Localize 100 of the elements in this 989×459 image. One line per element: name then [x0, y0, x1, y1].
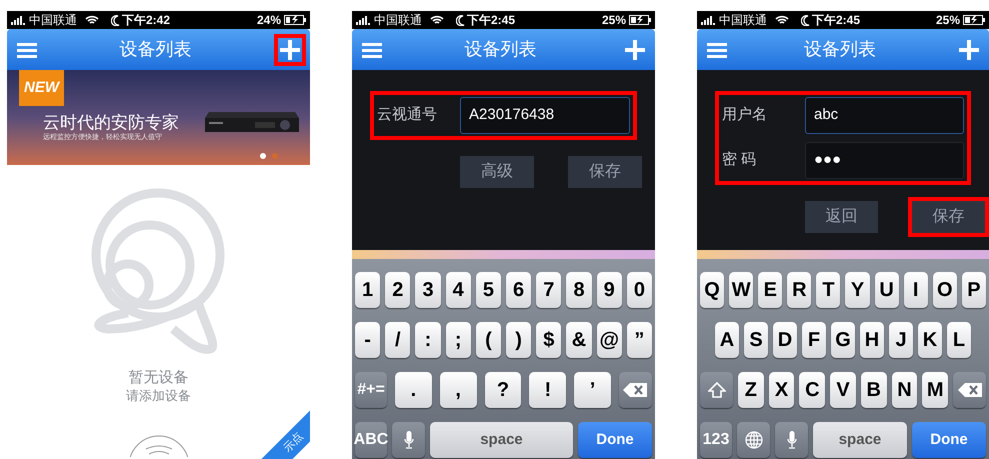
keyboard-key[interactable]: Y — [845, 272, 870, 308]
keyboard-key[interactable]: , — [440, 372, 477, 408]
keyboard-key[interactable]: A — [715, 322, 739, 358]
carrier-name: 中国联通 — [374, 12, 422, 29]
keyboard-key[interactable]: 8 — [566, 272, 592, 308]
keyboard-key[interactable]: ? — [484, 372, 522, 408]
keyboard-key[interactable]: ; — [446, 322, 471, 358]
keyboard-key[interactable]: P — [962, 272, 986, 308]
empty-hint: 请添加设备 — [126, 387, 191, 405]
keyboard-key[interactable]: : — [415, 322, 441, 358]
keyboard-key[interactable]: J — [889, 322, 913, 358]
time-text: 下午2:42 — [122, 12, 170, 29]
keyboard-key[interactable]: - — [355, 322, 380, 358]
field-label: 用户名 — [722, 105, 768, 126]
keyboard-key[interactable]: . — [395, 372, 432, 408]
keyboard-key[interactable]: 6 — [506, 272, 532, 308]
keyboard-key[interactable]: E — [758, 272, 782, 308]
field-label: 云视通号 — [377, 105, 438, 126]
microphone-key[interactable] — [775, 422, 808, 458]
delete-key[interactable] — [953, 372, 986, 408]
keyboard-key[interactable]: V — [830, 372, 856, 408]
keyboard-key[interactable]: N — [892, 372, 918, 408]
keyboard-key[interactable]: U — [874, 272, 899, 308]
keyboard-key[interactable]: L — [947, 322, 971, 358]
keyboard-key[interactable]: 5 — [476, 272, 502, 308]
moon-icon — [111, 14, 120, 26]
battery-icon — [963, 15, 985, 25]
shift-key[interactable] — [700, 372, 733, 408]
signal-icon — [701, 16, 717, 24]
keyboard-key[interactable]: O — [932, 272, 957, 308]
delete-icon — [958, 383, 982, 397]
signal-icon — [11, 16, 27, 24]
keyboard-key[interactable]: & — [566, 322, 592, 358]
done-key[interactable]: Done — [912, 422, 986, 458]
keyboard-key[interactable]: ’ — [574, 372, 611, 408]
menu-icon[interactable] — [707, 42, 727, 58]
keyboard-key[interactable]: K — [918, 322, 942, 358]
keyboard-key[interactable]: B — [860, 372, 887, 408]
moon-icon — [456, 14, 465, 26]
screen-title: 设备列表 — [803, 38, 877, 61]
wifi-icon — [430, 15, 444, 25]
space-key[interactable]: space — [430, 422, 573, 458]
keyboard-key[interactable]: / — [385, 322, 410, 358]
delete-icon — [623, 383, 648, 397]
keyboard-key[interactable]: ( — [476, 322, 502, 358]
keyboard-key[interactable]: S — [744, 322, 768, 358]
demo-ribbon[interactable]: 示点 — [272, 428, 308, 459]
keyboard-key[interactable]: M — [922, 372, 948, 408]
globe-icon — [744, 431, 762, 449]
keyboard-key[interactable]: @ — [596, 322, 622, 358]
delete-key[interactable] — [618, 372, 652, 408]
keyboard-key[interactable]: 1 — [355, 272, 380, 308]
keyboard-key[interactable]: Z — [738, 372, 764, 408]
empty-title: 暂无设备 — [128, 369, 188, 387]
keyboard-key[interactable]: ABC — [355, 422, 387, 458]
keyboard-key[interactable]: G — [831, 322, 855, 358]
keyboard-key[interactable]: X — [768, 372, 794, 408]
input-field[interactable]: A230176438 — [460, 97, 630, 134]
menu-icon[interactable] — [362, 42, 382, 58]
carrier-name: 中国联通 — [719, 12, 767, 29]
globe-key[interactable] — [737, 422, 770, 458]
keyboard-key[interactable]: 4 — [446, 272, 471, 308]
keyboard-key[interactable]: 2 — [385, 272, 410, 308]
carrier-name: 中国联通 — [29, 12, 77, 29]
keyboard-key[interactable]: T — [816, 272, 840, 308]
keyboard-key[interactable]: C — [799, 372, 826, 408]
keyboard-key[interactable]: 9 — [596, 272, 622, 308]
new-ribbon: NEW — [19, 70, 64, 106]
microphone-key[interactable] — [392, 422, 425, 458]
moon-icon — [801, 14, 810, 26]
form-button[interactable]: 保存 — [908, 197, 989, 237]
keyboard-key[interactable]: I — [904, 272, 928, 308]
keyboard-key[interactable]: #+= — [355, 372, 387, 408]
keyboard-key[interactable]: 7 — [536, 272, 562, 308]
add-button[interactable] — [274, 34, 306, 66]
plus-icon — [625, 40, 645, 60]
battery-percent: 25% — [602, 12, 626, 29]
space-key[interactable]: space — [813, 422, 907, 458]
keyboard-key[interactable]: ! — [529, 372, 566, 408]
keyboard-key[interactable]: ) — [506, 322, 532, 358]
keyboard-key[interactable]: W — [729, 272, 754, 308]
menu-icon[interactable] — [17, 42, 37, 58]
scan-button-drawing[interactable] — [128, 435, 190, 457]
keyboard-key[interactable]: 0 — [626, 272, 652, 308]
battery-percent: 25% — [936, 12, 960, 29]
keyboard-key[interactable]: R — [787, 272, 812, 308]
input-field[interactable]: abc — [805, 97, 964, 134]
input-field[interactable]: ●●● — [805, 142, 964, 179]
shift-icon — [708, 382, 726, 398]
keyboard-key[interactable]: 3 — [415, 272, 441, 308]
keyboard-key[interactable]: D — [773, 322, 797, 358]
keyboard-key[interactable]: Q — [700, 272, 724, 308]
keyboard-key[interactable]: H — [860, 322, 884, 358]
keyboard-key[interactable]: F — [802, 322, 826, 358]
keyboard-key[interactable]: $ — [536, 322, 562, 358]
keyboard-key[interactable]: ” — [626, 322, 652, 358]
done-key[interactable]: Done — [578, 422, 652, 458]
plus-icon — [280, 40, 300, 60]
keyboard-key[interactable]: 123 — [700, 422, 732, 458]
battery-percent: 24% — [256, 12, 281, 29]
